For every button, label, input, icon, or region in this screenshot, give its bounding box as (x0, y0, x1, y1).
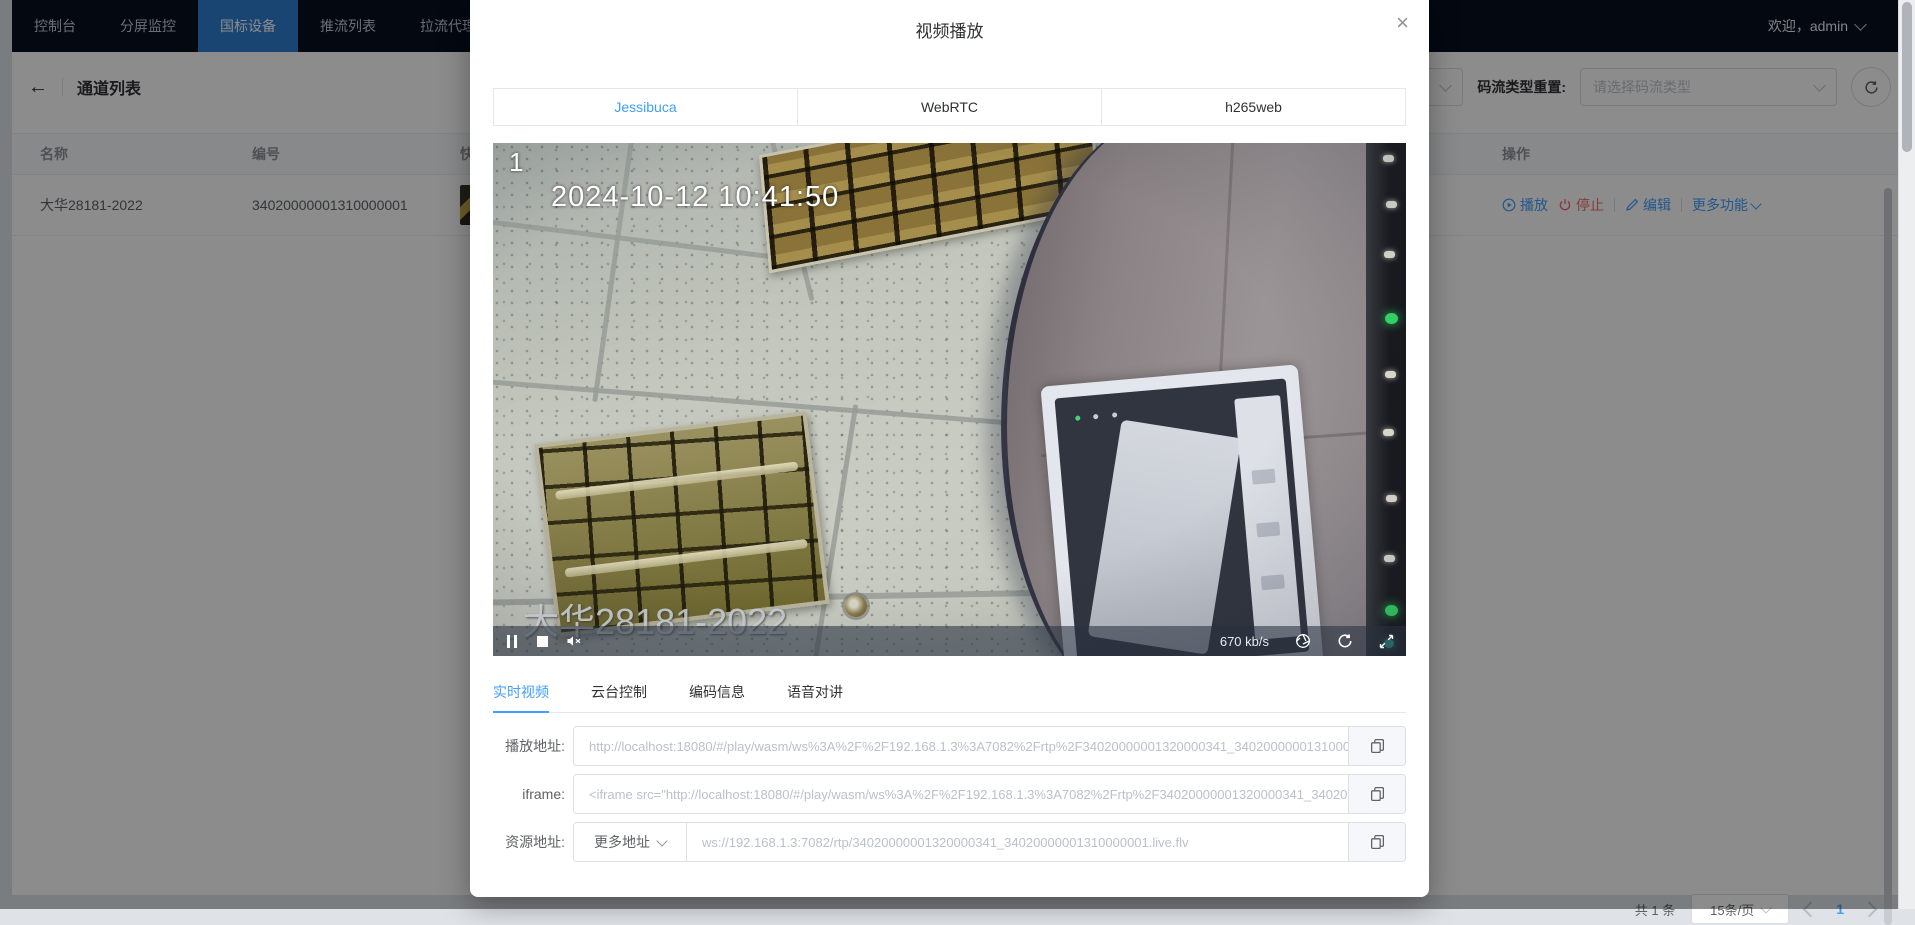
video-player[interactable]: 1 2024-10-12 10:41:50 大华28181-2022 670 k… (493, 143, 1406, 656)
resource-address-label: 资源地址: (493, 832, 565, 852)
dialog-title: 视频播放 (470, 17, 1429, 42)
copy-icon (1370, 834, 1385, 850)
mute-icon[interactable] (566, 634, 582, 648)
scrollbar-thumb[interactable] (1902, 2, 1912, 152)
copy-play-address-button[interactable] (1348, 727, 1405, 765)
bitrate-label: 670 kb/s (1220, 634, 1269, 649)
fullscreen-icon (1379, 634, 1394, 649)
resource-address-row: 资源地址: 更多地址 ws://192.168.1.3:7082/rtp/340… (493, 822, 1406, 862)
tab-h265web[interactable]: h265web (1101, 88, 1406, 126)
tab-ptz-control[interactable]: 云台控制 (591, 674, 647, 712)
refresh-icon (1337, 633, 1353, 649)
tab-voice-intercom[interactable]: 语音对讲 (787, 674, 843, 712)
tab-live-video[interactable]: 实时视频 (493, 674, 549, 713)
resource-address-group: 更多地址 ws://192.168.1.3:7082/rtp/340200000… (573, 822, 1406, 862)
fisheye-vignette (493, 143, 1406, 656)
copy-resource-address-button[interactable] (1348, 823, 1405, 861)
browser-scrollbar[interactable] (1898, 0, 1915, 909)
resource-address-input[interactable]: ws://192.168.1.3:7082/rtp/34020000001320… (687, 823, 1348, 861)
player-type-tabs: Jessibuca WebRTC h265web (493, 88, 1406, 126)
copy-icon (1370, 738, 1385, 754)
video-play-dialog: 视频播放 × Jessibuca WebRTC h265web (470, 0, 1429, 897)
reload-button[interactable] (1337, 633, 1353, 649)
tab-encoding-info[interactable]: 编码信息 (689, 674, 745, 712)
iframe-group: <iframe src="http://localhost:18080/#/pl… (573, 774, 1406, 814)
copy-icon (1370, 786, 1385, 802)
play-address-input[interactable]: http://localhost:18080/#/play/wasm/ws%3A… (574, 727, 1348, 765)
play-address-label: 播放地址: (493, 736, 565, 756)
iframe-label: iframe: (493, 786, 565, 802)
copy-iframe-button[interactable] (1348, 775, 1405, 813)
pause-button[interactable] (505, 635, 519, 648)
speaker-muted-icon (566, 634, 582, 648)
tab-webrtc[interactable]: WebRTC (797, 88, 1102, 126)
play-address-row: 播放地址: http://localhost:18080/#/play/wasm… (493, 726, 1406, 766)
more-addresses-dropdown[interactable]: 更多地址 (574, 823, 687, 861)
osd-timestamp: 2024-10-12 10:41:50 (551, 181, 839, 214)
stop-button[interactable] (537, 636, 548, 647)
fullscreen-button[interactable] (1379, 634, 1394, 649)
play-address-group: http://localhost:18080/#/play/wasm/ws%3A… (573, 726, 1406, 766)
shutter-icon (1295, 633, 1311, 649)
tab-jessibuca[interactable]: Jessibuca (493, 88, 798, 126)
stream-info-tabs: 实时视频 云台控制 编码信息 语音对讲 (493, 674, 1406, 713)
osd-channel-number: 1 (509, 147, 523, 178)
close-icon[interactable]: × (1396, 12, 1409, 34)
more-addresses-label: 更多地址 (594, 832, 650, 852)
player-control-bar: 670 kb/s (493, 626, 1406, 656)
iframe-input[interactable]: <iframe src="http://localhost:18080/#/pl… (574, 775, 1348, 813)
performance-button[interactable] (1295, 633, 1311, 649)
chevron-down-icon (656, 835, 667, 846)
iframe-row: iframe: <iframe src="http://localhost:18… (493, 774, 1406, 814)
